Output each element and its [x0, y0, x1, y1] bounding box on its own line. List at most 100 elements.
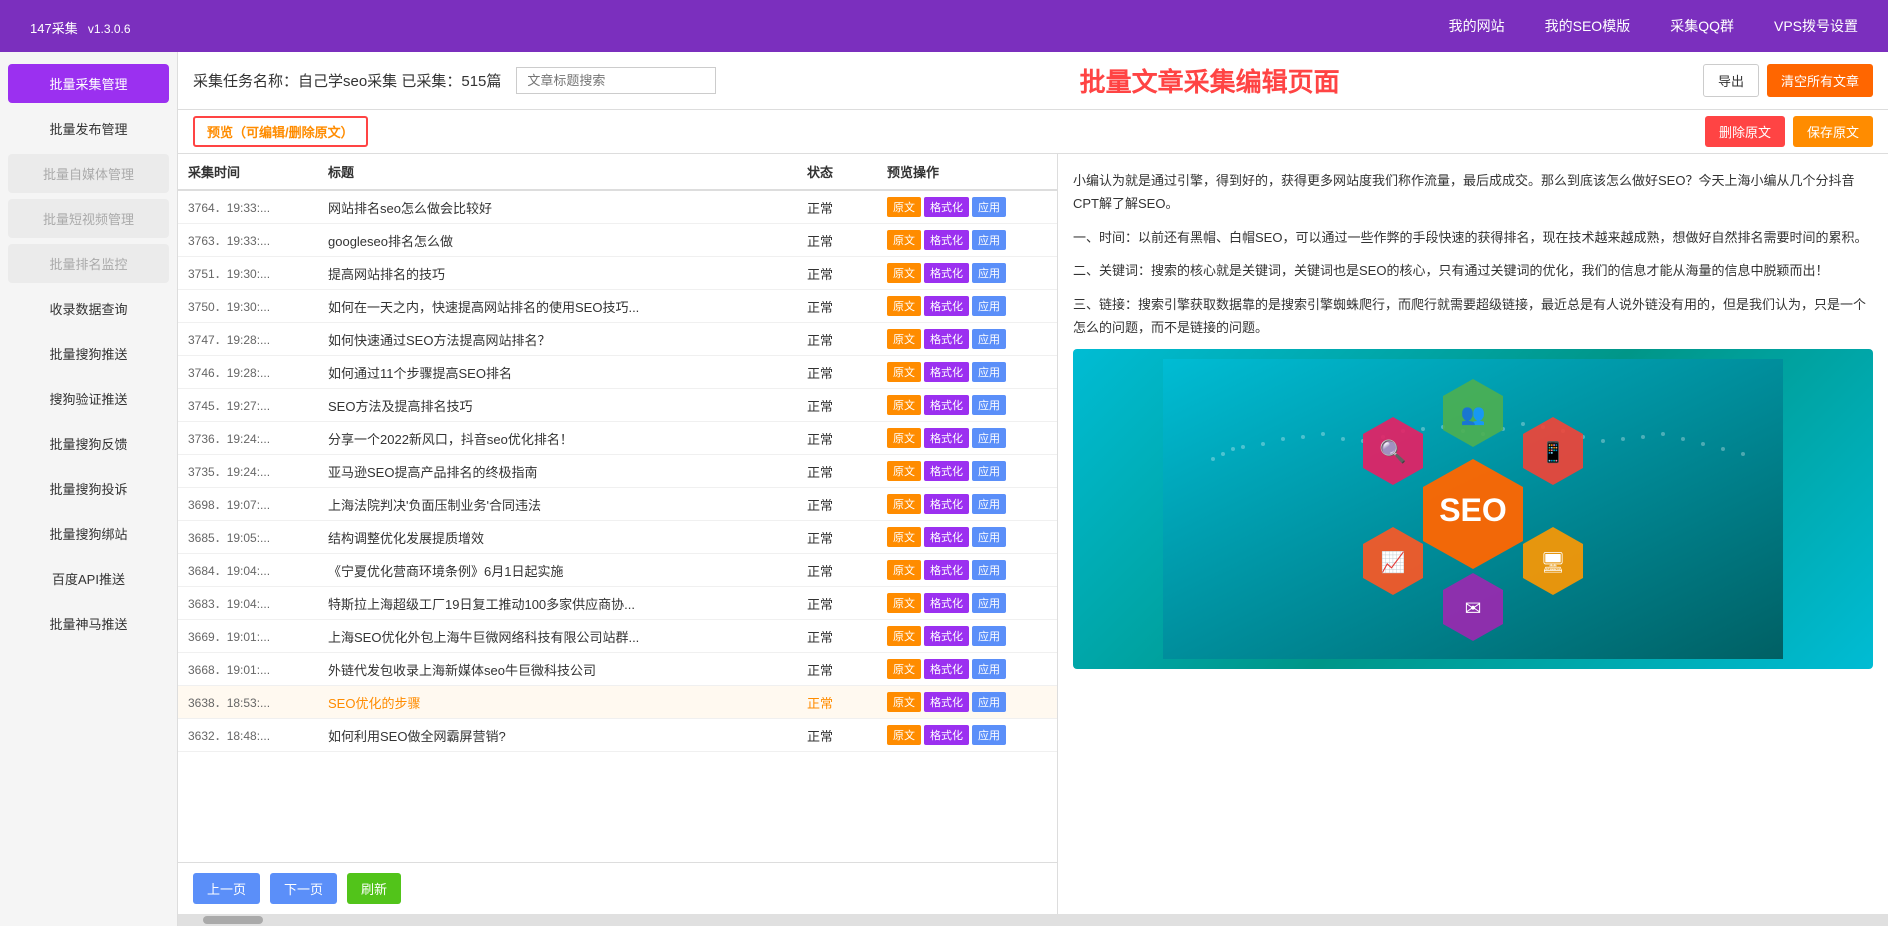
format-button[interactable]: 格式化	[924, 395, 969, 415]
apply-button[interactable]: 应用	[972, 527, 1006, 547]
format-button[interactable]: 格式化	[924, 593, 969, 613]
orig-button[interactable]: 原文	[887, 428, 921, 448]
orig-button[interactable]: 原文	[887, 560, 921, 580]
table-row[interactable]: 3698．19:07:... 上海法院判决'负面压制业务'合同违法 正常 原文 …	[178, 488, 1057, 521]
scrollbar-thumb[interactable]	[203, 916, 263, 924]
format-button[interactable]: 格式化	[924, 461, 969, 481]
table-row[interactable]: 3632．18:48:... 如何利用SEO做全网霸屏营销? 正常 原文 格式化…	[178, 719, 1057, 752]
save-orig-button[interactable]: 保存原文	[1793, 116, 1873, 147]
nav-my-site[interactable]: 我的网站	[1449, 16, 1505, 36]
table-row[interactable]: 3763．19:33:... googleseo排名怎么做 正常 原文 格式化 …	[178, 224, 1057, 257]
prev-page-button[interactable]: 上一页	[193, 873, 260, 904]
sidebar-item-batch-collect[interactable]: 批量采集管理	[8, 64, 169, 103]
format-button[interactable]: 格式化	[924, 197, 969, 217]
preview-panel[interactable]: 小编认为就是通过引擎，得到好的，获得更多网站度我们称作流量，最后成成交。那么到底…	[1058, 154, 1888, 914]
sidebar-item-sougou-bind[interactable]: 批量搜狗绑站	[8, 514, 169, 553]
orig-button[interactable]: 原文	[887, 329, 921, 349]
row-time: 3747．19:28:...	[188, 331, 328, 348]
apply-button[interactable]: 应用	[972, 593, 1006, 613]
table-row[interactable]: 3736．19:24:... 分享一个2022新风口，抖音seo优化排名！ 正常…	[178, 422, 1057, 455]
orig-button[interactable]: 原文	[887, 197, 921, 217]
apply-button[interactable]: 应用	[972, 494, 1006, 514]
table-row[interactable]: 3683．19:04:... 特斯拉上海超级工厂19日复工推动100多家供应商协…	[178, 587, 1057, 620]
sidebar-item-sougou-verify[interactable]: 搜狗验证推送	[8, 379, 169, 418]
table-row[interactable]: 3684．19:04:... 《宁夏优化营商环境条例》6月1日起实施 正常 原文…	[178, 554, 1057, 587]
orig-button[interactable]: 原文	[887, 296, 921, 316]
row-actions: 原文 格式化 应用	[887, 263, 1047, 283]
apply-button[interactable]: 应用	[972, 659, 1006, 679]
table-row[interactable]: 3668．19:01:... 外链代发包收录上海新媒体seo牛巨微科技公司 正常…	[178, 653, 1057, 686]
format-button[interactable]: 格式化	[924, 494, 969, 514]
format-button[interactable]: 格式化	[924, 428, 969, 448]
sidebar-item-sougou-push[interactable]: 批量搜狗推送	[8, 334, 169, 373]
export-button[interactable]: 导出	[1703, 64, 1759, 97]
orig-button[interactable]: 原文	[887, 461, 921, 481]
apply-button[interactable]: 应用	[972, 395, 1006, 415]
apply-button[interactable]: 应用	[972, 692, 1006, 712]
format-button[interactable]: 格式化	[924, 692, 969, 712]
sidebar-item-batch-publish[interactable]: 批量发布管理	[8, 109, 169, 148]
orig-button[interactable]: 原文	[887, 626, 921, 646]
format-button[interactable]: 格式化	[924, 560, 969, 580]
orig-button[interactable]: 原文	[887, 659, 921, 679]
apply-button[interactable]: 应用	[972, 626, 1006, 646]
format-button[interactable]: 格式化	[924, 230, 969, 250]
format-button[interactable]: 格式化	[924, 296, 969, 316]
table-row[interactable]: 3669．19:01:... 上海SEO优化外包上海牛巨微网络科技有限公司站群.…	[178, 620, 1057, 653]
row-time: 3668．19:01:...	[188, 661, 328, 678]
refresh-button[interactable]: 刷新	[347, 873, 401, 904]
orig-button[interactable]: 原文	[887, 362, 921, 382]
format-button[interactable]: 格式化	[924, 527, 969, 547]
apply-button[interactable]: 应用	[972, 428, 1006, 448]
orig-button[interactable]: 原文	[887, 230, 921, 250]
svg-text:🖥: 🖥	[1540, 552, 1565, 574]
orig-button[interactable]: 原文	[887, 593, 921, 613]
sidebar-item-sougou-feedback[interactable]: 批量搜狗反馈	[8, 424, 169, 463]
sidebar-item-data-query[interactable]: 收录数据查询	[8, 289, 169, 328]
horizontal-scrollbar[interactable]	[178, 914, 1888, 926]
apply-button[interactable]: 应用	[972, 230, 1006, 250]
table-row[interactable]: 3750．19:30:... 如何在一天之内，快速提高网站排名的使用SEO技巧.…	[178, 290, 1057, 323]
search-input[interactable]	[516, 67, 716, 94]
sidebar-item-baidu-api[interactable]: 百度API推送	[8, 559, 169, 598]
table-row[interactable]: 3764．19:33:... 网站排名seo怎么做会比较好 正常 原文 格式化 …	[178, 191, 1057, 224]
format-button[interactable]: 格式化	[924, 626, 969, 646]
sidebar-item-shenma-push[interactable]: 批量神马推送	[8, 604, 169, 643]
format-button[interactable]: 格式化	[924, 263, 969, 283]
format-button[interactable]: 格式化	[924, 659, 969, 679]
apply-button[interactable]: 应用	[972, 725, 1006, 745]
format-button[interactable]: 格式化	[924, 725, 969, 745]
clear-all-button[interactable]: 清空所有文章	[1767, 64, 1873, 97]
format-button[interactable]: 格式化	[924, 329, 969, 349]
apply-button[interactable]: 应用	[972, 560, 1006, 580]
apply-button[interactable]: 应用	[972, 329, 1006, 349]
apply-button[interactable]: 应用	[972, 263, 1006, 283]
table-row[interactable]: 3638．18:53:... SEO优化的步骤 正常 原文 格式化 应用	[178, 686, 1057, 719]
row-status: 正常	[807, 528, 887, 547]
sidebar-item-sougou-complaint[interactable]: 批量搜狗投诉	[8, 469, 169, 508]
orig-button[interactable]: 原文	[887, 725, 921, 745]
apply-button[interactable]: 应用	[972, 362, 1006, 382]
next-page-button[interactable]: 下一页	[270, 873, 337, 904]
delete-orig-button[interactable]: 删除原文	[1705, 116, 1785, 147]
table-row[interactable]: 3685．19:05:... 结构调整优化发展提质增效 正常 原文 格式化 应用	[178, 521, 1057, 554]
nav-qq-group[interactable]: 采集QQ群	[1670, 16, 1734, 36]
nav-vps-setting[interactable]: VPS拨号设置	[1774, 16, 1858, 36]
table-row[interactable]: 3735．19:24:... 亚马逊SEO提高产品排名的终极指南 正常 原文 格…	[178, 455, 1057, 488]
format-button[interactable]: 格式化	[924, 362, 969, 382]
table-row[interactable]: 3751．19:30:... 提高网站排名的技巧 正常 原文 格式化 应用	[178, 257, 1057, 290]
table-row[interactable]: 3747．19:28:... 如何快速通过SEO方法提高网站排名？ 正常 原文 …	[178, 323, 1057, 356]
orig-button[interactable]: 原文	[887, 692, 921, 712]
apply-button[interactable]: 应用	[972, 197, 1006, 217]
orig-button[interactable]: 原文	[887, 263, 921, 283]
nav-seo-template[interactable]: 我的SEO模版	[1545, 16, 1631, 36]
orig-button[interactable]: 原文	[887, 494, 921, 514]
apply-button[interactable]: 应用	[972, 296, 1006, 316]
table-row[interactable]: 3745．19:27:... SEO方法及提高排名技巧 正常 原文 格式化 应用	[178, 389, 1057, 422]
table-row[interactable]: 3746．19:28:... 如何通过11个步骤提高SEO排名 正常 原文 格式…	[178, 356, 1057, 389]
apply-button[interactable]: 应用	[972, 461, 1006, 481]
orig-button[interactable]: 原文	[887, 395, 921, 415]
orig-button[interactable]: 原文	[887, 527, 921, 547]
row-status: 正常	[807, 396, 887, 415]
row-actions: 原文 格式化 应用	[887, 296, 1047, 316]
